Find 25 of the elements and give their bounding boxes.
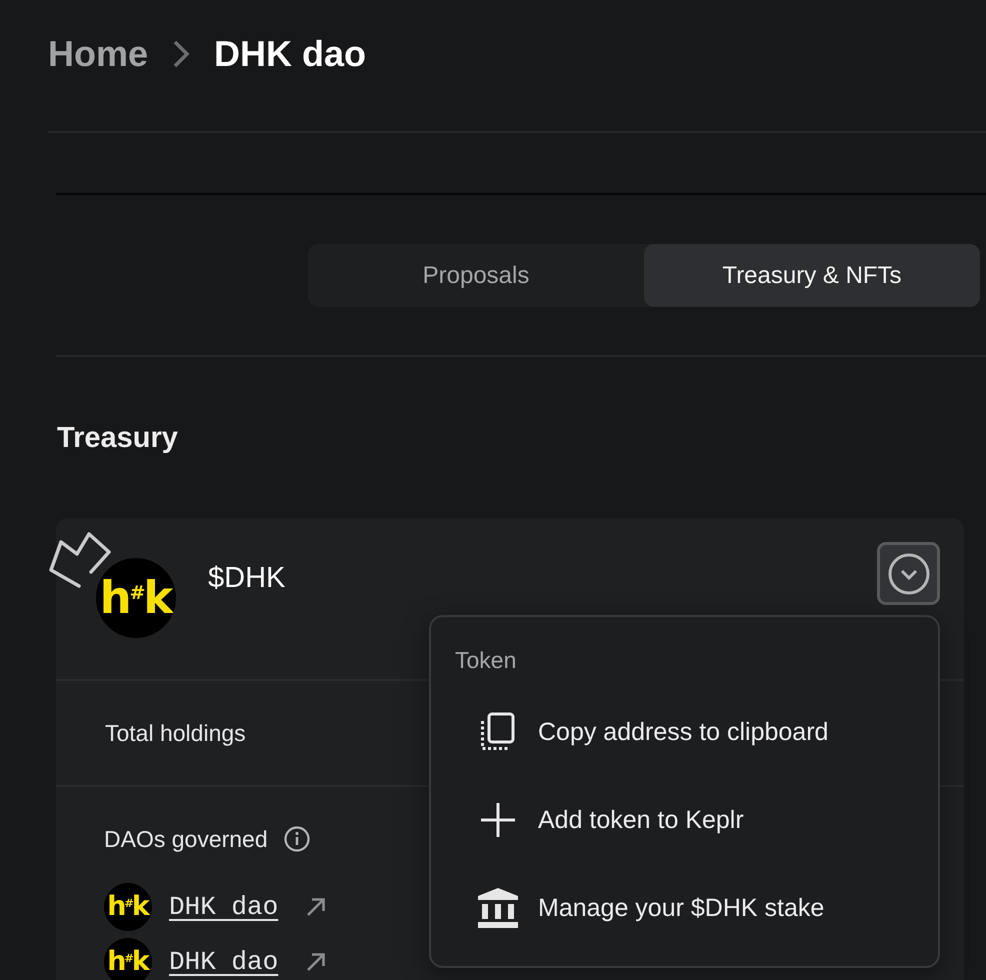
token-logo: h$^{#}$k bbox=[96, 558, 176, 638]
chevron-down-circle-icon bbox=[888, 552, 930, 594]
menu-item[interactable]: Copy address to clipboard bbox=[431, 688, 938, 776]
dao-link[interactable]: DHK dao bbox=[169, 892, 326, 922]
plus-icon bbox=[478, 800, 518, 840]
token-symbol: $DHK bbox=[208, 561, 286, 595]
chevron-right-icon bbox=[172, 39, 190, 69]
dao-logo: h$^{#}$k bbox=[104, 883, 152, 931]
info-icon[interactable] bbox=[284, 826, 310, 852]
tab[interactable]: Proposals bbox=[308, 244, 644, 307]
breadcrumb-current[interactable]: DHK dao bbox=[214, 32, 366, 76]
arrow-up-right-icon bbox=[306, 952, 326, 972]
section-title: Treasury bbox=[57, 421, 179, 455]
row-label: Total holdings bbox=[105, 720, 246, 746]
menu-title: Token bbox=[454, 648, 518, 672]
tab[interactable]: Treasury & NFTs bbox=[644, 244, 980, 307]
breadcrumb-link[interactable]: Home bbox=[48, 32, 148, 76]
dao-logo: h$^{#}$k bbox=[104, 938, 152, 980]
dropdown-button[interactable] bbox=[877, 542, 940, 605]
menu-item[interactable]: Manage your $DHK stake bbox=[431, 864, 938, 952]
dao-link[interactable]: DHK dao bbox=[169, 947, 326, 977]
row-label: DAOs governed bbox=[104, 826, 268, 852]
bank-icon bbox=[478, 888, 518, 928]
menu-item[interactable]: Add token to Keplr bbox=[431, 776, 938, 864]
arrow-up-right-icon bbox=[306, 897, 326, 917]
